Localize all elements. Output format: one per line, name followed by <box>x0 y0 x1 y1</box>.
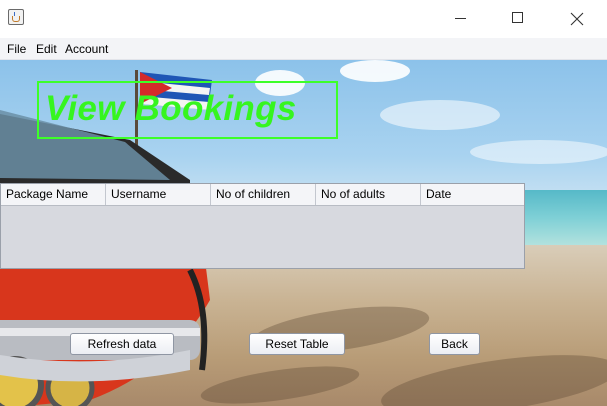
back-button[interactable]: Back <box>429 333 480 355</box>
minimize-icon <box>455 18 466 19</box>
menu-account[interactable]: Account <box>65 42 108 56</box>
column-header-adults[interactable]: No of adults <box>316 184 421 205</box>
maximize-button[interactable] <box>495 0 541 38</box>
table-body[interactable] <box>1 206 524 268</box>
table-header: Package Name Username No of children No … <box>1 184 524 206</box>
column-header-package-name[interactable]: Package Name <box>1 184 106 205</box>
reset-table-button[interactable]: Reset Table <box>249 333 345 355</box>
menu-file[interactable]: File <box>7 42 26 56</box>
menu-bar: File Edit Account <box>0 38 607 60</box>
bookings-table[interactable]: Package Name Username No of children No … <box>0 183 525 269</box>
title-bar[interactable] <box>0 0 607 38</box>
minimize-button[interactable] <box>437 0 483 38</box>
page-title: View Bookings <box>45 89 297 128</box>
application-window: File Edit Account View Bookings Package … <box>0 0 607 406</box>
refresh-data-button[interactable]: Refresh data <box>70 333 174 355</box>
heading-frame: View Bookings <box>37 81 338 139</box>
column-header-username[interactable]: Username <box>106 184 211 205</box>
maximize-icon <box>512 12 523 23</box>
content-panel: View Bookings Package Name Username No o… <box>0 60 607 406</box>
close-button[interactable] <box>554 0 600 38</box>
java-coffee-cup-icon[interactable] <box>8 9 24 25</box>
column-header-date[interactable]: Date <box>421 184 524 205</box>
column-header-children[interactable]: No of children <box>211 184 316 205</box>
menu-edit[interactable]: Edit <box>36 42 57 56</box>
close-icon <box>570 12 584 26</box>
